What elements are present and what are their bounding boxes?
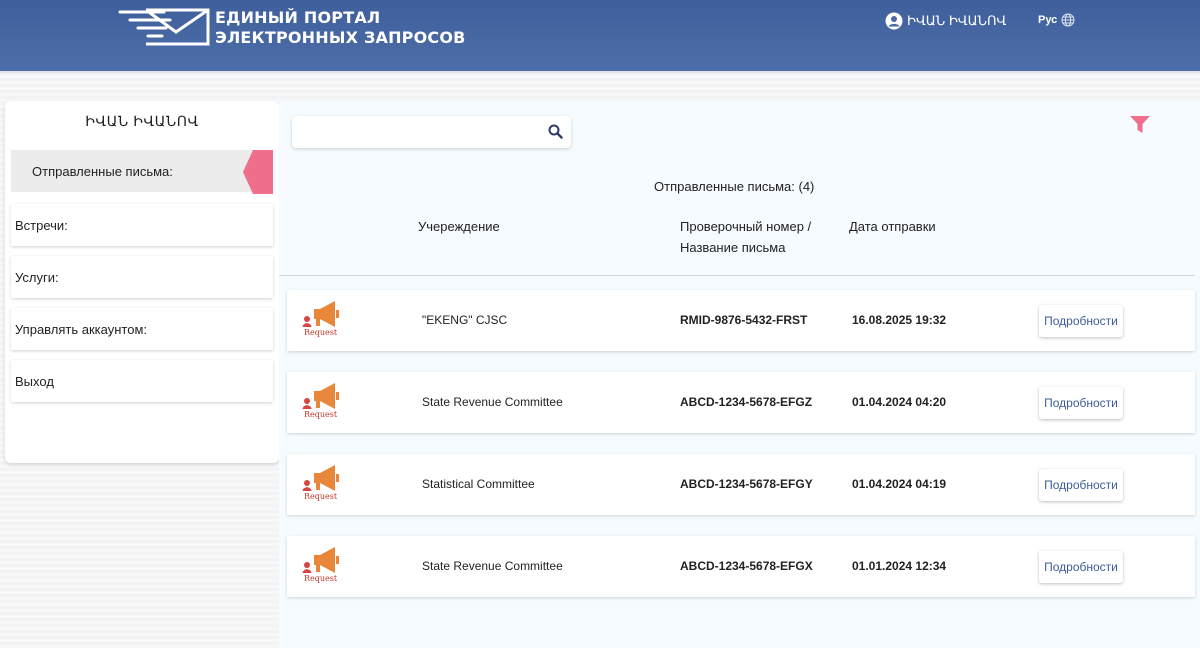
row-number: ABCD-1234-5678-EFGY — [680, 477, 813, 491]
table-row: Request State Revenue Committee ABCD-123… — [287, 536, 1195, 597]
sent-letters-count: Отправленные письма: (4) — [654, 179, 815, 194]
sidebar-item-label: Отправленные письма: — [32, 163, 173, 179]
request-type-label: Request — [304, 492, 338, 501]
column-header-number-line1: Проверочный номер / — [680, 219, 812, 234]
sidebar-item-sent-letters[interactable]: Отправленные письма: — [11, 150, 273, 194]
sidebar-item-services[interactable]: Услуги: — [11, 256, 273, 298]
column-header-number-line2: Название письма — [680, 240, 786, 255]
sidebar-user-name: ԻՎԱՆ ԻՎԱՆՈՎ — [85, 113, 199, 129]
table-header-divider — [279, 275, 1195, 276]
active-marker-icon — [243, 150, 273, 194]
sidebar-item-logout[interactable]: Выход — [11, 360, 273, 402]
row-number: RMID-9876-5432-FRST — [680, 313, 808, 327]
row-date: 16.08.2025 19:32 — [852, 313, 947, 327]
row-date: 01.01.2024 12:34 — [852, 559, 947, 573]
language-switcher[interactable]: Рус — [1038, 13, 1075, 27]
sidebar-item-label: Услуги: — [15, 269, 59, 285]
row-date: 01.04.2024 04:19 — [852, 477, 947, 491]
row-number: ABCD-1234-5678-EFGZ — [680, 395, 813, 409]
row-institution: "EKENG" CJSC — [422, 313, 508, 327]
megaphone-icon — [302, 465, 339, 491]
portal-title[interactable]: ЕДИНЫЙ ПОРТАЛ ЭЛЕКТРОННЫХ ЗАПРОСОВ — [215, 8, 466, 48]
details-button[interactable]: Подробности — [1039, 305, 1123, 337]
row-date: 01.04.2024 04:20 — [852, 395, 947, 409]
envelope-logo-icon[interactable] — [118, 6, 210, 48]
sidebar-item-manage-account[interactable]: Управлять аккаунтом: — [11, 308, 273, 350]
details-button[interactable]: Подробности — [1039, 469, 1123, 501]
filter-icon[interactable] — [1130, 116, 1150, 134]
request-type-label: Request — [304, 328, 338, 337]
megaphone-icon — [302, 383, 339, 409]
request-type: Request — [302, 382, 342, 422]
sidebar-item-label: Встречи: — [15, 217, 68, 233]
sidebar-item-label: Выход — [15, 373, 54, 389]
request-type: Request — [302, 300, 342, 340]
search-box — [292, 116, 571, 148]
globe-icon — [1061, 13, 1075, 27]
user-circle-icon — [885, 12, 903, 30]
request-type-label: Request — [304, 574, 338, 583]
row-institution: Statistical Committee — [422, 477, 535, 491]
table-row: Request Statistical Committee ABCD-1234-… — [287, 454, 1195, 515]
table-row: Request State Revenue Committee ABCD-123… — [287, 372, 1195, 433]
request-type-label: Request — [304, 410, 338, 419]
main-content: Отправленные письма: (4) Учереждение Про… — [279, 101, 1200, 648]
sidebar: ԻՎԱՆ ԻՎԱՆՈՎ Отправленные письма: Встречи… — [5, 101, 279, 463]
table-row: Request "EKENG" CJSC RMID-9876-5432-FRST… — [287, 290, 1195, 351]
user-menu[interactable]: ԻՎԱՆ ԻՎԱՆՈՎ — [885, 12, 1006, 30]
row-institution: State Revenue Committee — [422, 395, 563, 409]
request-type: Request — [302, 546, 342, 586]
sidebar-item-meetings[interactable]: Встречи: — [11, 204, 273, 246]
top-header: ЕДИНЫЙ ПОРТАЛ ЭЛЕКТРОННЫХ ЗАПРОСОВ ԻՎԱՆ … — [0, 0, 1200, 73]
language-label: Рус — [1038, 14, 1058, 26]
sidebar-item-label: Управлять аккаунтом: — [15, 321, 147, 337]
portal-title-line1: ЕДИНЫЙ ПОРТАЛ — [215, 8, 381, 27]
portal-title-line2: ЭЛЕКТРОННЫХ ЗАПРОСОВ — [215, 28, 466, 47]
column-header-date: Дата отправки — [849, 219, 936, 234]
megaphone-icon — [302, 301, 339, 327]
row-number: ABCD-1234-5678-EFGX — [680, 559, 813, 573]
search-input[interactable] — [300, 122, 544, 144]
megaphone-icon — [302, 547, 339, 573]
request-type: Request — [302, 464, 342, 504]
search-icon[interactable] — [548, 124, 563, 139]
header-user-name: ԻՎԱՆ ԻՎԱՆՈՎ — [907, 13, 1007, 28]
column-header-number: Проверочный номер / Название письма — [680, 216, 811, 258]
details-button[interactable]: Подробности — [1039, 551, 1123, 583]
row-institution: State Revenue Committee — [422, 559, 563, 573]
column-header-institution: Учереждение — [418, 219, 500, 234]
details-button[interactable]: Подробности — [1039, 387, 1123, 419]
